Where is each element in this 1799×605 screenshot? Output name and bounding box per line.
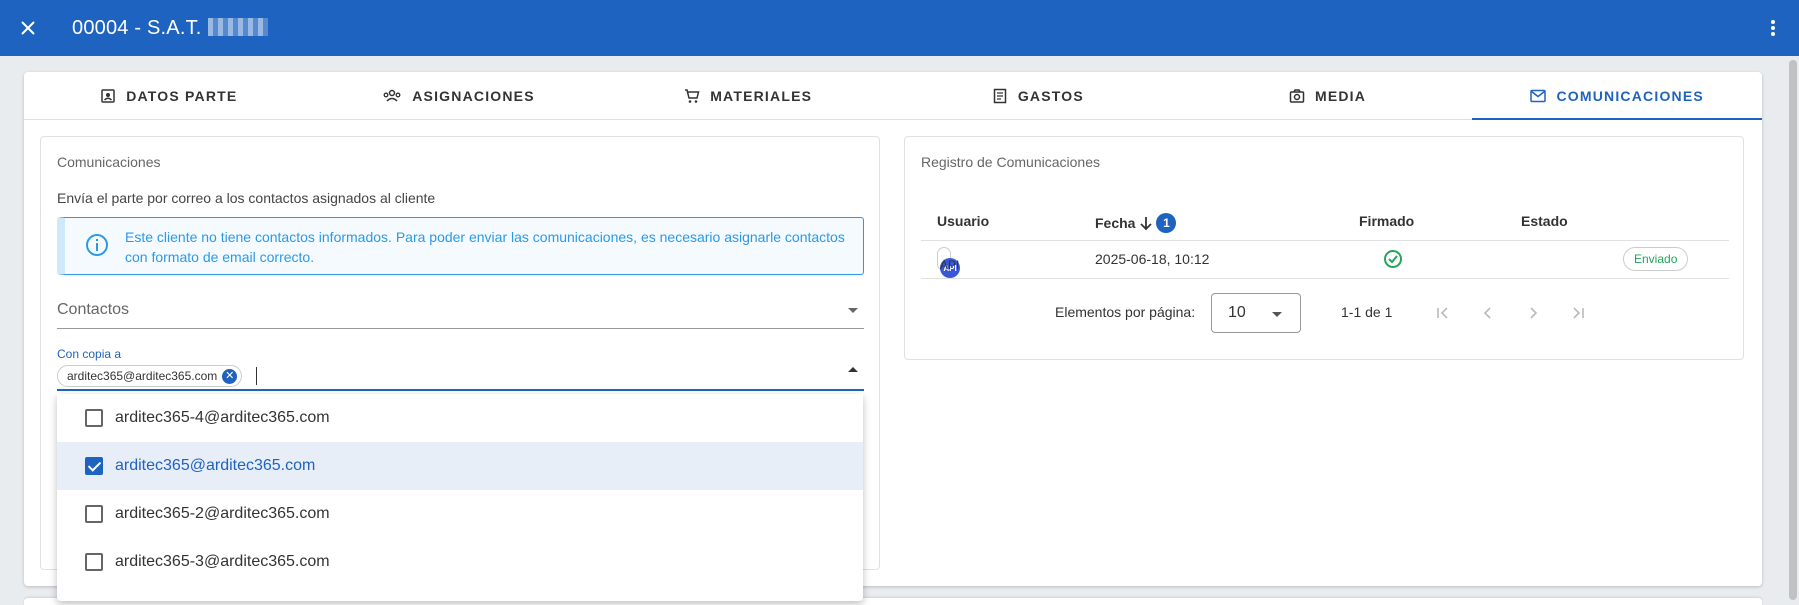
next-page-button[interactable]	[1521, 301, 1545, 325]
tab-gastos[interactable]: GASTOS	[893, 72, 1183, 119]
redacted-text	[207, 17, 268, 36]
tab-label: MEDIA	[1314, 87, 1367, 104]
option-label: arditec365-4@arditec365.com	[115, 409, 330, 426]
contactos-select[interactable]: Contactos	[57, 291, 864, 329]
cc-chip: arditec365@arditec365.com ✕	[57, 365, 243, 387]
chevron-left-icon	[1483, 307, 1491, 319]
option-label: arditec365-3@arditec365.com	[115, 553, 330, 570]
table-header: Usuario Fecha 1 Firmado Estado	[921, 201, 1729, 241]
more-vert-icon	[1771, 20, 1775, 36]
prev-page-button[interactable]	[1476, 301, 1500, 325]
page-size-value: 10	[1228, 304, 1246, 321]
panel-description: Envía el parte por correo a los contacto…	[57, 190, 436, 206]
page-range: 1-1 de 1	[1341, 304, 1393, 320]
first-page-button[interactable]	[1431, 301, 1455, 325]
contact-card-icon	[101, 88, 115, 103]
first-page-icon	[1437, 307, 1448, 319]
last-page-icon	[1573, 307, 1584, 319]
receipt-icon	[993, 88, 1007, 103]
chevron-right-icon	[1530, 307, 1538, 319]
camera-icon	[1289, 88, 1305, 103]
list-item[interactable]: arditec365-3@arditec365.com	[57, 538, 863, 586]
tab-label: MATERIALES	[710, 87, 813, 104]
col-estado: Estado	[1521, 213, 1568, 229]
option-label: arditec365-2@arditec365.com	[115, 505, 330, 522]
more-menu-button[interactable]	[1759, 14, 1787, 42]
chevron-down-icon	[1272, 312, 1282, 317]
cell-fecha: 2025-06-18, 10:12	[1095, 251, 1210, 267]
chip-label: arditec365@arditec365.com	[67, 369, 218, 383]
registro-panel: Registro de Comunicaciones Usuario Fecha…	[904, 136, 1744, 360]
panel-title: Comunicaciones	[57, 154, 161, 170]
alert-message: Este cliente no tiene contactos informad…	[125, 229, 845, 265]
checkbox[interactable]	[85, 409, 103, 427]
col-fecha-label: Fecha	[1095, 215, 1136, 231]
tab-bar: DATOS PARTE ASIGNACIONES MATERIALES GAST…	[24, 72, 1762, 120]
cc-label: Con copia a	[57, 347, 122, 361]
col-fecha[interactable]: Fecha 1	[1095, 213, 1177, 233]
cc-select[interactable]: Con copia a arditec365@arditec365.com ✕	[57, 347, 864, 391]
page-title: 00004 - S.A.T.	[72, 17, 268, 40]
chip-remove-icon[interactable]: ✕	[222, 369, 238, 384]
status-badge: Enviado	[1623, 247, 1689, 271]
chevron-down-icon	[848, 308, 858, 313]
group-icon	[383, 89, 401, 102]
col-firmado: Firmado	[1359, 213, 1415, 229]
tab-label: COMUNICACIONES	[1556, 87, 1704, 104]
panel-title: Registro de Comunicaciones	[921, 154, 1100, 170]
arrow-down-icon	[1140, 217, 1153, 231]
list-item[interactable]: arditec365-4@arditec365.com	[57, 394, 863, 442]
tab-media[interactable]: MEDIA	[1183, 72, 1473, 119]
sort-order-badge: 1	[1156, 213, 1177, 233]
list-item[interactable]: arditec365-2@arditec365.com	[57, 490, 863, 538]
tab-asignaciones[interactable]: ASIGNACIONES	[314, 72, 604, 119]
scrollbar-thumb[interactable]	[1789, 60, 1797, 600]
cart-icon	[685, 88, 700, 103]
cc-options-list: arditec365-4@arditec365.com arditec365@a…	[57, 394, 863, 601]
info-alert: Este cliente no tiene contactos informad…	[57, 217, 864, 275]
user-name: API	[940, 258, 960, 272]
last-page-button[interactable]	[1566, 301, 1590, 325]
app-bar: 00004 - S.A.T.	[0, 0, 1799, 56]
col-usuario: Usuario	[937, 213, 990, 229]
page-size-label: Elementos por página:	[1055, 304, 1196, 320]
info-icon	[86, 234, 108, 256]
checkbox[interactable]	[85, 457, 103, 475]
checkbox[interactable]	[85, 505, 103, 523]
page-size-select[interactable]: 10	[1211, 293, 1301, 333]
contactos-label: Contactos	[57, 301, 130, 318]
user-chip: API API	[937, 247, 960, 278]
check-circle-icon	[1383, 249, 1403, 272]
checkbox[interactable]	[85, 553, 103, 571]
tab-comunicaciones[interactable]: COMUNICACIONES	[1472, 72, 1762, 120]
mail-icon	[1530, 89, 1547, 102]
close-button[interactable]	[0, 0, 56, 56]
paginator: Elementos por página: 10 1-1 de 1	[921, 293, 1729, 333]
option-label: arditec365@arditec365.com	[115, 457, 316, 474]
tab-label: DATOS PARTE	[126, 87, 238, 104]
tab-datos-parte[interactable]: DATOS PARTE	[24, 72, 314, 119]
tab-label: ASIGNACIONES	[412, 87, 535, 104]
scrollbar[interactable]	[1789, 60, 1797, 600]
close-icon	[21, 21, 35, 35]
chevron-up-icon[interactable]	[848, 367, 858, 372]
table-row[interactable]: API API 2025-06-18, 10:12 Enviado	[921, 241, 1729, 279]
text-cursor	[256, 367, 257, 385]
tab-materiales[interactable]: MATERIALES	[603, 72, 893, 119]
tab-label: GASTOS	[1017, 87, 1084, 104]
list-item[interactable]: arditec365@arditec365.com	[57, 442, 863, 490]
